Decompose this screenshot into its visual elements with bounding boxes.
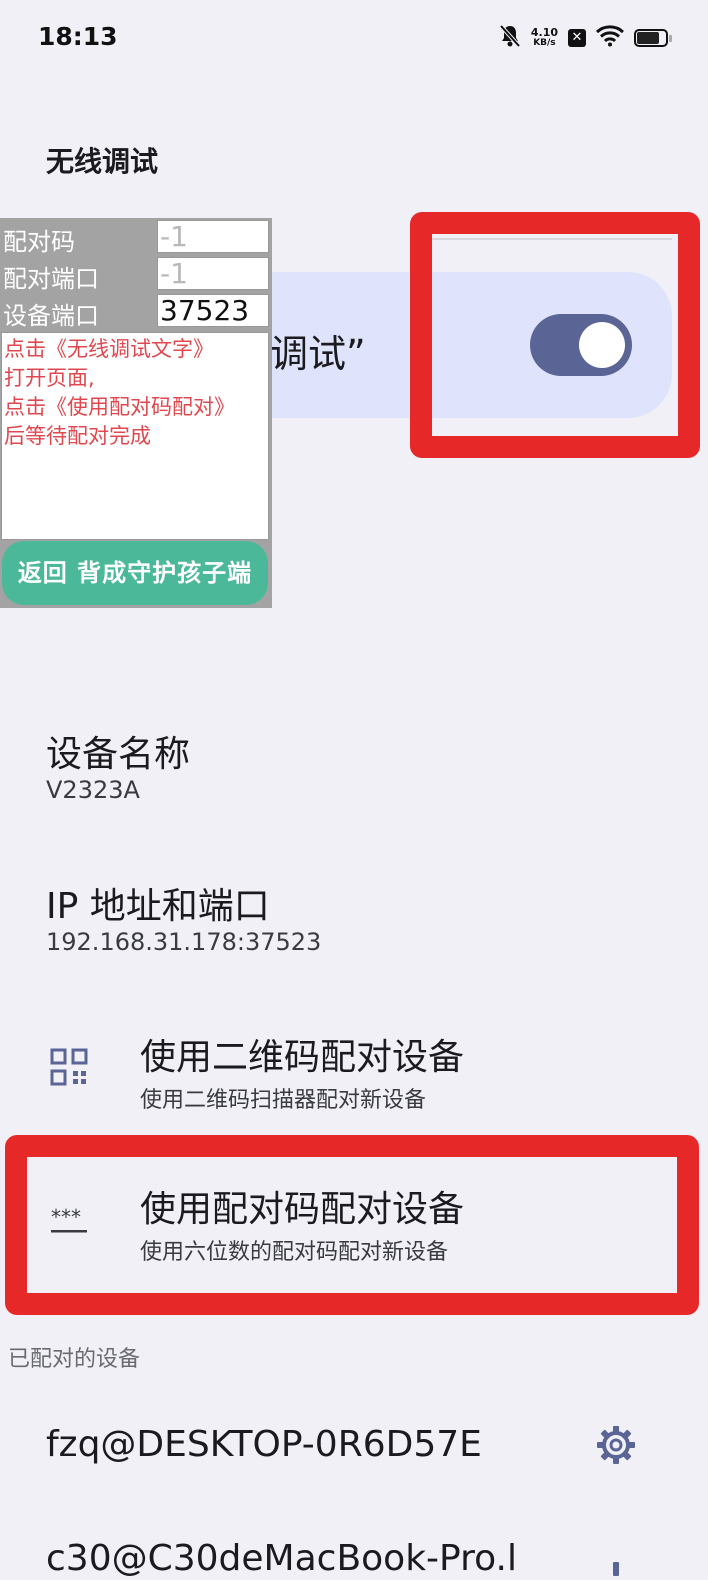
pairing-port-row: 配对端口 -1 xyxy=(0,255,272,293)
paired-devices-header: 已配对的设备 xyxy=(8,1347,141,1372)
pair-qr-title: 使用二维码配对设备 xyxy=(140,1037,465,1078)
pairing-code-row: 配对码 -1 xyxy=(0,218,272,256)
highlight-box-switch xyxy=(410,212,700,458)
device-name-value: V2323A xyxy=(46,776,140,804)
bell-muted-icon xyxy=(499,24,521,52)
ip-port-label: IP 地址和端口 xyxy=(46,886,270,927)
ip-port-value: 192.168.31.178:37523 xyxy=(46,928,322,956)
pairing-code-label: 配对码 xyxy=(3,228,75,256)
return-button[interactable]: 返回 背成守护孩子端 xyxy=(2,541,268,605)
status-icons: 4.10 KB/s ✕ xyxy=(499,24,672,52)
page-title: 无线调试 xyxy=(46,145,159,178)
helper-overlay-panel: 配对码 -1 配对端口 -1 设备端口 37523 点击《无线调试文字》 打开页… xyxy=(0,218,272,608)
toggle-card-label: 调试” xyxy=(270,332,366,376)
net-speed: 4.10 KB/s xyxy=(531,27,558,49)
pairing-code-input[interactable]: -1 xyxy=(157,220,269,253)
pairing-port-label: 配对端口 xyxy=(3,265,99,293)
device-port-label: 设备端口 xyxy=(3,302,99,330)
device-port-input[interactable]: 37523 xyxy=(157,294,269,327)
highlight-box-pair-code xyxy=(5,1135,699,1315)
gear-icon[interactable] xyxy=(596,1425,636,1469)
net-speed-value: 4.10 xyxy=(530,26,558,39)
paired-device-name: fzq@DESKTOP-0R6D57E xyxy=(46,1424,482,1465)
status-time: 18:13 xyxy=(38,22,118,51)
gear-icon[interactable] xyxy=(596,1556,636,1580)
instruction-note: 点击《无线调试文字》 打开页面, 点击《使用配对码配对》 后等待配对完成 xyxy=(1,332,269,540)
pairing-port-input[interactable]: -1 xyxy=(157,257,269,290)
wifi-icon xyxy=(595,25,625,51)
qr-code-icon xyxy=(50,1048,88,1090)
device-port-row: 设备端口 37523 xyxy=(0,292,272,330)
battery-icon xyxy=(634,29,672,47)
close-box-icon: ✕ xyxy=(568,29,586,47)
net-speed-unit: KB/s xyxy=(533,38,556,48)
paired-device-name: c30@C30deMacBook-Pro.l xyxy=(46,1538,517,1579)
device-name-label: 设备名称 xyxy=(46,734,191,775)
pair-qr-subtitle: 使用二维码扫描器配对新设备 xyxy=(140,1088,427,1113)
